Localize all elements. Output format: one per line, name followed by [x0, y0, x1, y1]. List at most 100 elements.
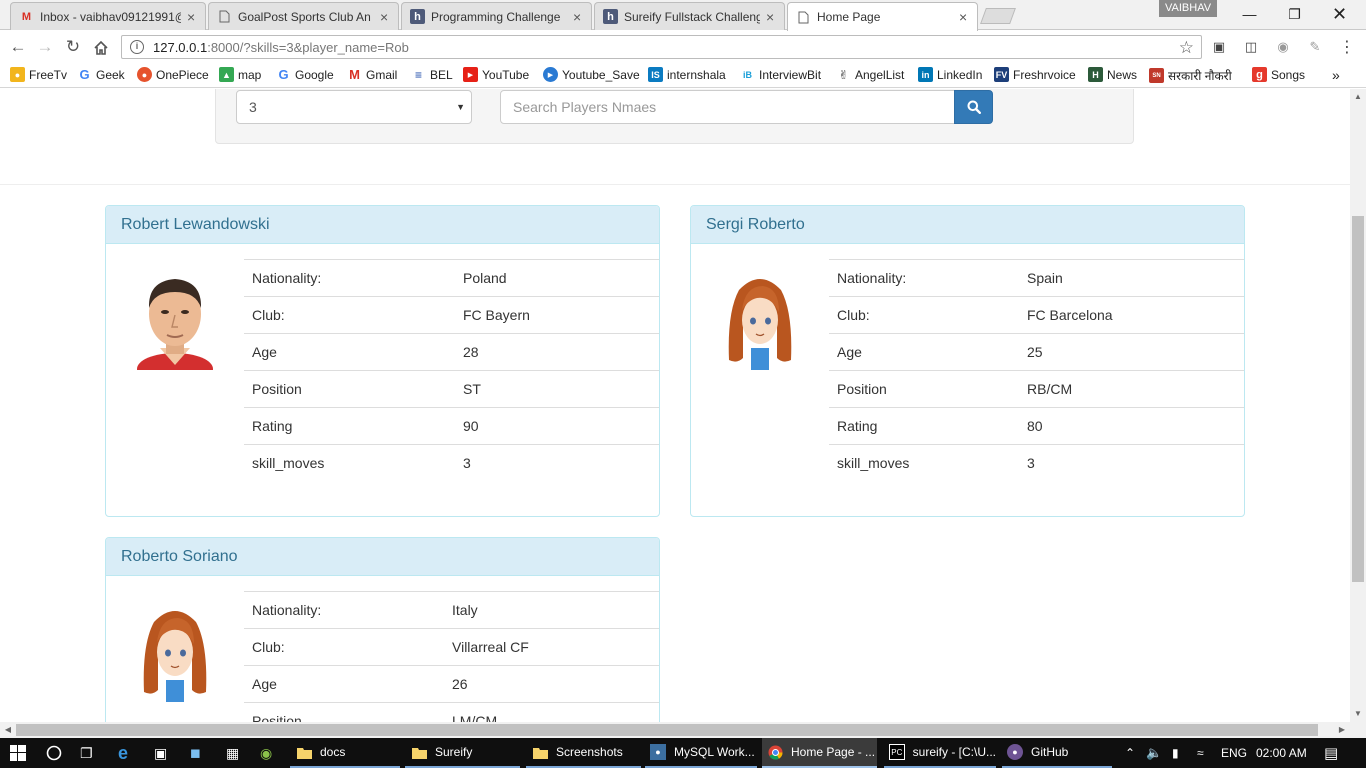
linkedin-icon: in: [918, 67, 933, 82]
taskbar-app-github[interactable]: ● GitHub: [1002, 738, 1112, 768]
pycharm-icon: PC: [889, 744, 905, 760]
info-icon[interactable]: i: [130, 40, 144, 54]
minimize-icon[interactable]: —: [1227, 0, 1272, 28]
calculator-icon[interactable]: ▦: [226, 738, 239, 768]
bookmark-songs[interactable]: g Songs: [1252, 67, 1305, 82]
taskbar-app-docs[interactable]: docs: [290, 738, 400, 768]
page-viewport: 3 ▼ Search Players Nmaes Robert Lewandow…: [0, 89, 1350, 722]
volume-icon[interactable]: 🔈: [1146, 738, 1162, 768]
reload-icon[interactable]: ↻: [61, 36, 85, 58]
gmail-icon: M: [349, 67, 360, 82]
bookmark-freshrvoice[interactable]: FV Freshrvoice: [994, 67, 1076, 82]
scroll-up-icon[interactable]: ▲: [1350, 89, 1366, 105]
field-value: FC Bayern: [455, 296, 659, 334]
extension-icon[interactable]: ▣: [1210, 38, 1228, 56]
close-icon[interactable]: ×: [187, 9, 197, 25]
profile-badge[interactable]: VAIBHAV: [1159, 0, 1218, 17]
taskbar-app-pycharm[interactable]: PC sureify - [C:\U...: [884, 738, 996, 768]
bookmark-linkedin[interactable]: in LinkedIn: [918, 67, 982, 82]
wifi-icon[interactable]: ≈: [1197, 738, 1204, 768]
language-indicator[interactable]: ENG: [1221, 738, 1247, 768]
bookmark-youtube-save[interactable]: ▶ Youtube_Save: [543, 67, 640, 82]
scrollbar-thumb[interactable]: [16, 724, 1318, 736]
photos-icon[interactable]: ◼: [190, 738, 201, 768]
vertical-scrollbar[interactable]: ▲ ▼: [1350, 89, 1366, 722]
internshala-icon: IS: [648, 67, 663, 82]
table-row: Nationality: Italy: [244, 591, 659, 629]
tab-goalpost[interactable]: GoalPost Sports Club An ×: [208, 2, 399, 30]
maps-icon: ▲: [219, 67, 234, 82]
home-icon[interactable]: [89, 36, 113, 58]
bookmark-interviewbit[interactable]: iB InterviewBit: [740, 67, 821, 82]
taskbar-app-screenshots[interactable]: Screenshots: [526, 738, 641, 768]
pdf-icon[interactable]: ✎: [1306, 38, 1324, 56]
bookmark-gmail[interactable]: M Gmail: [347, 67, 397, 82]
close-icon[interactable]: ×: [766, 9, 776, 25]
menu-icon[interactable]: ⋮: [1338, 38, 1356, 56]
address-bar[interactable]: i 127.0.0.1 :8000/?skills=3&player_name=…: [121, 35, 1202, 59]
scroll-right-icon[interactable]: ▶: [1334, 722, 1350, 738]
cortana-icon[interactable]: [46, 738, 62, 768]
filter-form: 3 ▼ Search Players Nmaes: [215, 89, 1134, 144]
bookmark-onepiece[interactable]: ● OnePiece: [137, 67, 209, 82]
field-label: Club:: [244, 628, 444, 666]
close-icon[interactable]: ×: [573, 9, 583, 25]
scroll-down-icon[interactable]: ▼: [1350, 706, 1366, 722]
cube-icon[interactable]: ◫: [1242, 38, 1260, 56]
tab-sureify[interactable]: h Sureify Fullstack Challeng ×: [594, 2, 785, 30]
bookmark-label: internshala: [667, 67, 726, 82]
bookmark-google[interactable]: G Google: [276, 67, 333, 82]
scroll-left-icon[interactable]: ◀: [0, 722, 16, 738]
edge-icon[interactable]: e: [118, 738, 128, 768]
tab-programming-challenge[interactable]: h Programming Challenge ×: [401, 2, 592, 30]
bookmark-freetv[interactable]: ● FreeTv: [10, 67, 67, 82]
field-label: Rating: [244, 407, 455, 445]
skills-select[interactable]: 3 ▼: [236, 90, 472, 124]
clock[interactable]: 02:00 AM: [1256, 738, 1307, 768]
bookmark-star-icon[interactable]: ☆: [1179, 38, 1194, 58]
forward-icon[interactable]: →: [33, 36, 57, 58]
chrome-canary-icon[interactable]: ◉: [260, 738, 272, 768]
more-bookmarks-icon[interactable]: »: [1332, 67, 1340, 83]
close-icon[interactable]: ×: [380, 9, 390, 25]
bookmark-map[interactable]: ▲ map: [219, 67, 261, 82]
bookmark-youtube[interactable]: ▶ YouTube: [463, 67, 529, 82]
close-icon[interactable]: ×: [959, 9, 969, 25]
taskbar-app-sureify[interactable]: Sureify: [405, 738, 520, 768]
taskbar-app-label: sureify - [C:\U...: [912, 745, 996, 759]
player-info-table: Nationality: Spain Club: FC Barcelona Age 2…: [829, 259, 1244, 482]
field-value: 90: [455, 407, 659, 445]
tab-gmail[interactable]: M Inbox - vaibhav09121991@ ×: [10, 2, 206, 30]
horizontal-scrollbar[interactable]: ◀ ▶: [0, 722, 1366, 738]
google-icon: G: [278, 67, 289, 82]
scrollbar-thumb[interactable]: [1352, 216, 1364, 582]
show-hidden-icons-icon[interactable]: ⌃: [1125, 738, 1135, 768]
onepiece-icon: ●: [137, 67, 152, 82]
search-button[interactable]: [954, 90, 993, 124]
action-center-icon[interactable]: ▤: [1324, 738, 1338, 768]
bookmark-angellist[interactable]: ✌ AngelList: [836, 67, 904, 82]
bookmark-bel[interactable]: ≡ BEL: [411, 67, 453, 82]
bookmark-internshala[interactable]: IS internshala: [648, 67, 726, 82]
bookmark-sarkari-naukri[interactable]: SN सरकारी नौकरी: [1149, 67, 1232, 84]
bookmark-news[interactable]: H News: [1088, 67, 1137, 82]
table-row: skill_moves 3: [244, 444, 659, 482]
bookmark-label: Gmail: [366, 67, 398, 82]
bookmark-geek[interactable]: G Geek: [77, 67, 124, 82]
new-tab-button[interactable]: [980, 8, 1016, 24]
task-view-icon[interactable]: ❐: [80, 738, 93, 768]
back-icon[interactable]: ←: [6, 36, 30, 58]
field-value: Villarreal CF: [444, 628, 659, 666]
restore-icon[interactable]: ❐: [1272, 0, 1317, 28]
battery-icon[interactable]: ▮: [1172, 738, 1179, 768]
taskbar-app-chrome[interactable]: Home Page - ...: [762, 738, 877, 768]
gmail-icon: M: [21, 10, 32, 23]
extension-icon[interactable]: ◉: [1274, 38, 1292, 56]
store-icon[interactable]: ▣: [154, 738, 167, 768]
taskbar-app-mysql[interactable]: ● MySQL Work...: [645, 738, 757, 768]
tab-home-page[interactable]: Home Page ×: [787, 2, 978, 31]
player-search-input[interactable]: Search Players Nmaes: [500, 90, 955, 124]
windows-start-icon[interactable]: [10, 738, 26, 768]
close-window-icon[interactable]: ✕: [1317, 0, 1362, 28]
bel-icon: ≡: [414, 67, 422, 82]
